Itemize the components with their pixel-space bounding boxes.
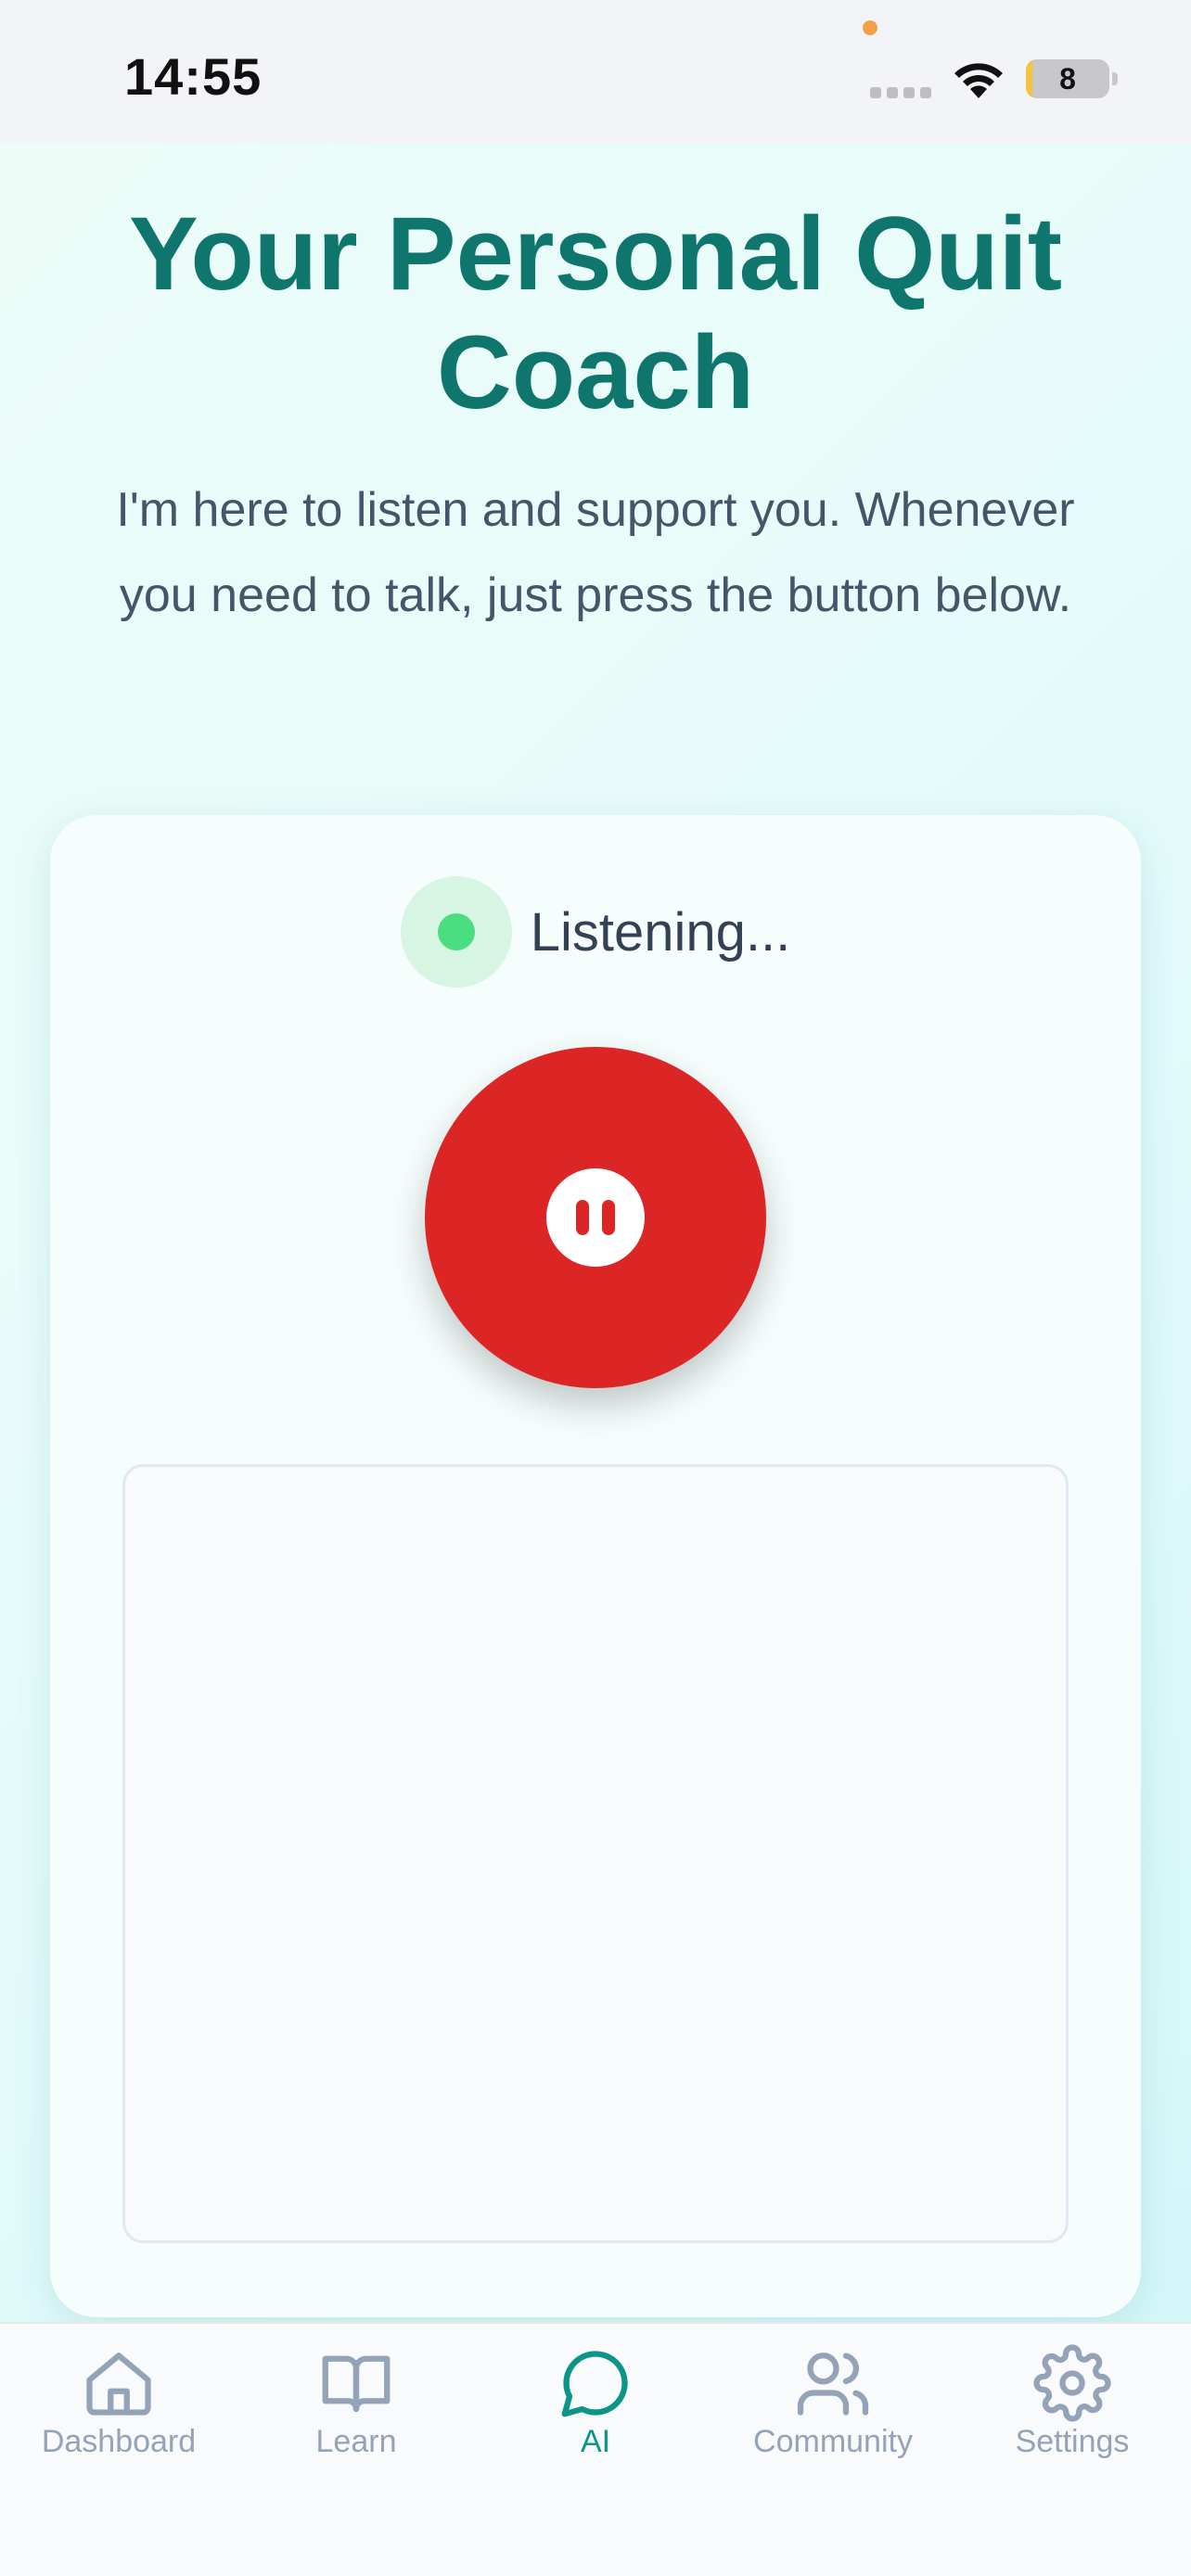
nav-label-ai: AI — [580, 2424, 611, 2459]
status-time: 14:55 — [124, 47, 263, 106]
status-bar: 14:55 8 — [0, 0, 1191, 143]
battery-icon: 8 — [1026, 59, 1109, 98]
nav-label-settings: Settings — [1015, 2424, 1130, 2459]
nav-item-community[interactable]: Community — [714, 2344, 952, 2460]
wifi-icon — [954, 63, 1003, 98]
book-icon — [322, 2355, 391, 2413]
voice-coach-card: Listening... — [50, 815, 1141, 2317]
home-icon — [86, 2353, 151, 2416]
page-title: Your Personal Quit Coach — [128, 196, 1063, 430]
battery-cap — [1112, 72, 1118, 85]
nav-item-settings[interactable]: Settings — [954, 2344, 1191, 2460]
listening-dot — [437, 913, 475, 950]
main-content: Your Personal Quit Coach I'm here to lis… — [0, 143, 1191, 2322]
privacy-indicator-dot — [863, 20, 877, 35]
transcript-area — [122, 1464, 1069, 2243]
app-screen: 14:55 8 Your Personal Quit Coach I'm her… — [0, 0, 1191, 2576]
nav-label-dashboard: Dashboard — [41, 2424, 197, 2459]
page-subtitle: I'm here to listen and support you. When… — [116, 483, 1075, 622]
pause-listening-button[interactable] — [425, 1047, 766, 1388]
nav-item-learn[interactable]: Learn — [237, 2344, 475, 2460]
nav-label-community: Community — [753, 2424, 913, 2459]
listening-status-text: Listening... — [530, 901, 791, 963]
signal-icon — [870, 87, 931, 98]
nav-item-ai[interactable]: AI — [477, 2344, 714, 2460]
nav-item-dashboard[interactable]: Dashboard — [0, 2344, 237, 2460]
chat-bubble-icon — [561, 2351, 628, 2417]
nav-label-learn: Learn — [315, 2424, 397, 2459]
battery-level: 8 — [1059, 61, 1076, 96]
users-icon — [797, 2353, 869, 2416]
pause-icon — [546, 1168, 645, 1267]
gear-icon — [1033, 2344, 1111, 2422]
bottom-nav: Dashboard Learn AI Community Settings — [0, 2322, 1191, 2576]
listening-status: Listening... — [50, 876, 1141, 988]
listening-indicator — [400, 876, 512, 988]
